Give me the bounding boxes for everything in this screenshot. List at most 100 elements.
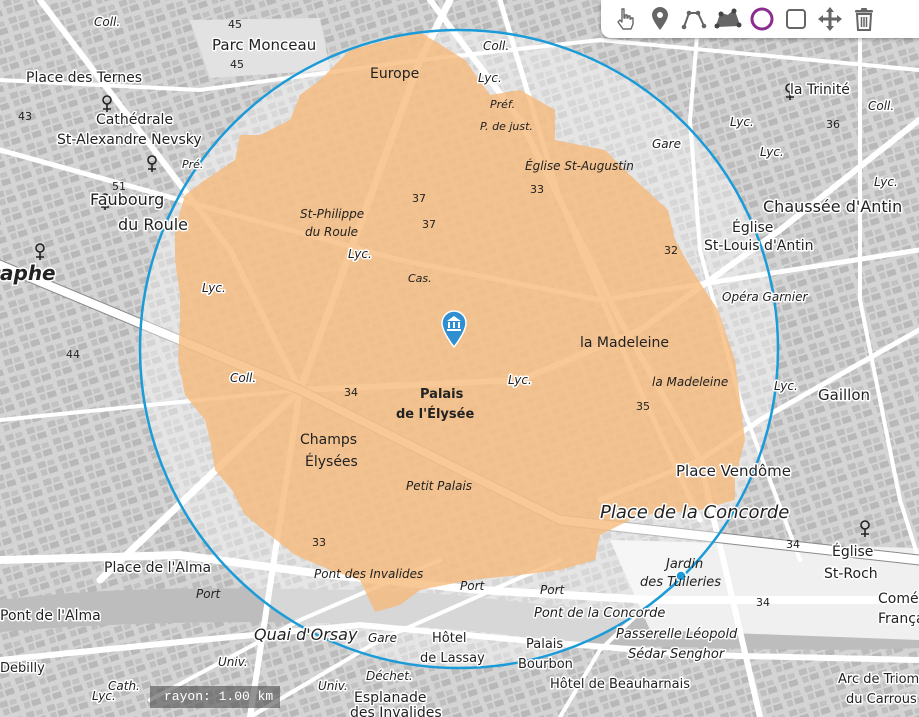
label-number: 51 [112, 180, 126, 193]
label-number: 43 [18, 110, 32, 123]
label-europe: Europe [370, 66, 419, 82]
label-jardin: Jardin [663, 557, 703, 572]
label-number: 37 [422, 218, 436, 231]
polyline-tool-button[interactable] [677, 2, 711, 36]
label-esplanade: Esplanade [354, 690, 426, 706]
label-opera-garnier: Opéra Garnier [722, 290, 808, 304]
label-cas: Cas. [408, 272, 432, 285]
label-univ-2: Univ. [318, 679, 348, 693]
label-hotel: Hôtel [432, 631, 466, 646]
label-la-madeleine: la Madeleine [580, 335, 669, 351]
label-lyc-7: Lyc. [874, 175, 898, 189]
label-place-concorde: Place de la Concorde [600, 502, 789, 523]
label-st-louis-antin: St-Louis d'Antin [704, 238, 814, 254]
label-st-alexandre: St-Alexandre Nevsky [57, 132, 202, 148]
label-pref: Préf. [490, 98, 515, 111]
label-comedie: Comédi [878, 591, 919, 607]
label-eglise: Église [732, 219, 773, 236]
label-francaise: Françai [878, 611, 919, 627]
label-parc-monceau: Parc Monceau [212, 36, 316, 54]
label-lyc-4: Lyc. [508, 373, 532, 387]
label-pre: Pré. [182, 158, 203, 171]
label-number: 34 [786, 538, 800, 551]
label-gare-2: Gare [652, 137, 681, 151]
label-passerelle: Passerelle Léopold [616, 627, 738, 642]
move-arrows-icon [818, 7, 842, 31]
select-tool-button[interactable] [609, 2, 643, 36]
label-number: 34 [344, 386, 358, 399]
label-lyc-1: Lyc. [478, 71, 502, 85]
label-quai-orsay: Quai d'Orsay [254, 625, 358, 644]
label-pont-invalides: Pont des Invalides [314, 567, 423, 581]
map-canvas[interactable]: Parc Monceau 45 Europe Place des Ternes … [0, 0, 919, 717]
label-lyc-3: Lyc. [202, 281, 226, 295]
label-la-madeleine-2: la Madeleine [652, 375, 728, 389]
label-eglise-st-augustin: Église St-Augustin [525, 158, 634, 173]
label-eglise-2: Église [832, 543, 873, 560]
label-elysees: Élysées [305, 453, 358, 470]
label-pont-concorde: Pont de la Concorde [534, 606, 665, 621]
label-champs: Champs [300, 432, 357, 448]
marker-tool-button[interactable] [643, 2, 677, 36]
label-chaussee-antin: Chaussée d'Antin [763, 197, 902, 216]
draw-toolbar [601, 0, 919, 38]
label-de-lassay: de Lassay [420, 651, 485, 666]
label-madeleine-edge: aphe [0, 261, 56, 285]
label-port-1: Port [196, 587, 222, 601]
label-palais-2: Palais [526, 637, 563, 652]
rectangle-tool-button[interactable] [779, 2, 813, 36]
rectangle-icon [786, 9, 806, 29]
label-number: 44 [66, 348, 80, 361]
label-st-roch: St-Roch [824, 566, 878, 582]
polygon-icon [714, 8, 742, 29]
label-lyc-5: Lyc. [730, 115, 754, 129]
trash-icon [855, 8, 873, 31]
label-place-alma: Place de l'Alma [104, 560, 211, 576]
label-place-vendome: Place Vendôme [676, 462, 791, 480]
label-lyc-8: Lyc. [774, 379, 798, 393]
label-bourbon: Bourbon [518, 657, 573, 672]
label-lyc-9: Lyc. [92, 689, 116, 703]
label-univ-1: Univ. [218, 655, 248, 669]
label-du-roule: du Roule [118, 215, 188, 234]
label-number: 36 [826, 118, 840, 131]
move-tool-button[interactable] [813, 2, 847, 36]
label-faubourg: Faubourg [90, 190, 164, 209]
label-sedar-senghor: Sédar Senghor [628, 647, 726, 662]
label-port-3: Port [540, 583, 566, 597]
label-des-tuileries: des Tuileries [640, 575, 721, 590]
label-la-trinite: la Trinité [790, 82, 850, 98]
polyline-icon [681, 10, 707, 30]
label-gare-1: Gare [368, 631, 397, 645]
label-arc-triomphe: Arc de Triom [838, 672, 919, 687]
label-coll-4: Coll. [868, 99, 894, 113]
label-pont-alma: Pont de l'Alma [0, 608, 101, 624]
label-cathedrale: Cathédrale [96, 112, 173, 128]
label-number: 34 [756, 596, 770, 609]
label-coll-1: Coll. [94, 15, 120, 29]
label-number: 37 [412, 192, 426, 205]
circle-tool-button[interactable] [745, 2, 779, 36]
label-palais: Palais [420, 387, 464, 402]
label-place-des-ternes: Place des Ternes [26, 70, 142, 86]
label-p-de-just: P. de just. [480, 120, 533, 133]
landmark-marker[interactable] [440, 310, 468, 348]
polygon-tool-button[interactable] [711, 2, 745, 36]
label-petit-palais: Petit Palais [406, 479, 472, 493]
label-coll-3: Coll. [483, 39, 509, 53]
label-gaillon: Gaillon [818, 386, 870, 404]
circle-icon [750, 7, 774, 31]
label-port-2: Port [460, 579, 486, 593]
delete-tool-button[interactable] [847, 2, 881, 36]
label-number: 33 [312, 536, 326, 549]
label-number: 33 [530, 183, 544, 196]
label-number: 32 [664, 244, 678, 257]
label-du-roule-2: du Roule [305, 225, 358, 239]
label-number: 45 [230, 58, 244, 71]
label-de-elysee: de l'Élysée [396, 406, 474, 422]
label-dechet: Déchet. [366, 669, 413, 683]
label-du-carrousel: du Carrous [846, 692, 917, 707]
label-number: 45 [228, 18, 242, 31]
label-number: 35 [636, 400, 650, 413]
label-hotel-beauharnais: Hôtel de Beauharnais [550, 677, 690, 692]
